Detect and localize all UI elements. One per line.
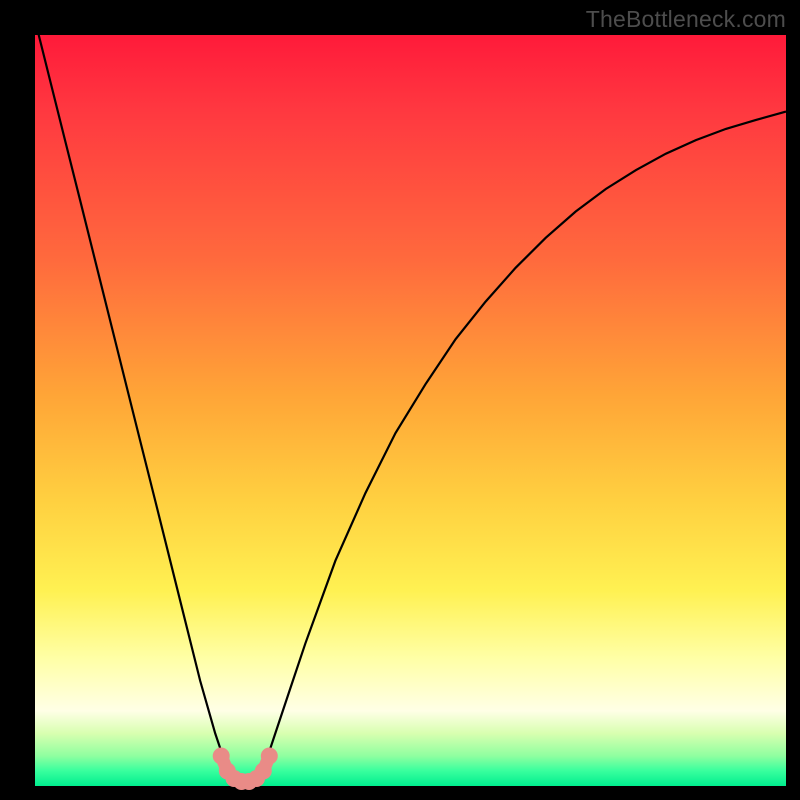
bottleneck-curve (35, 35, 786, 786)
watermark-label: TheBottleneck.com (586, 6, 786, 33)
highlight-dot (261, 748, 278, 765)
chart-frame: TheBottleneck.com (0, 0, 800, 800)
highlight-dot (255, 763, 272, 780)
highlight-dot (213, 748, 230, 765)
plot-area (35, 35, 786, 786)
